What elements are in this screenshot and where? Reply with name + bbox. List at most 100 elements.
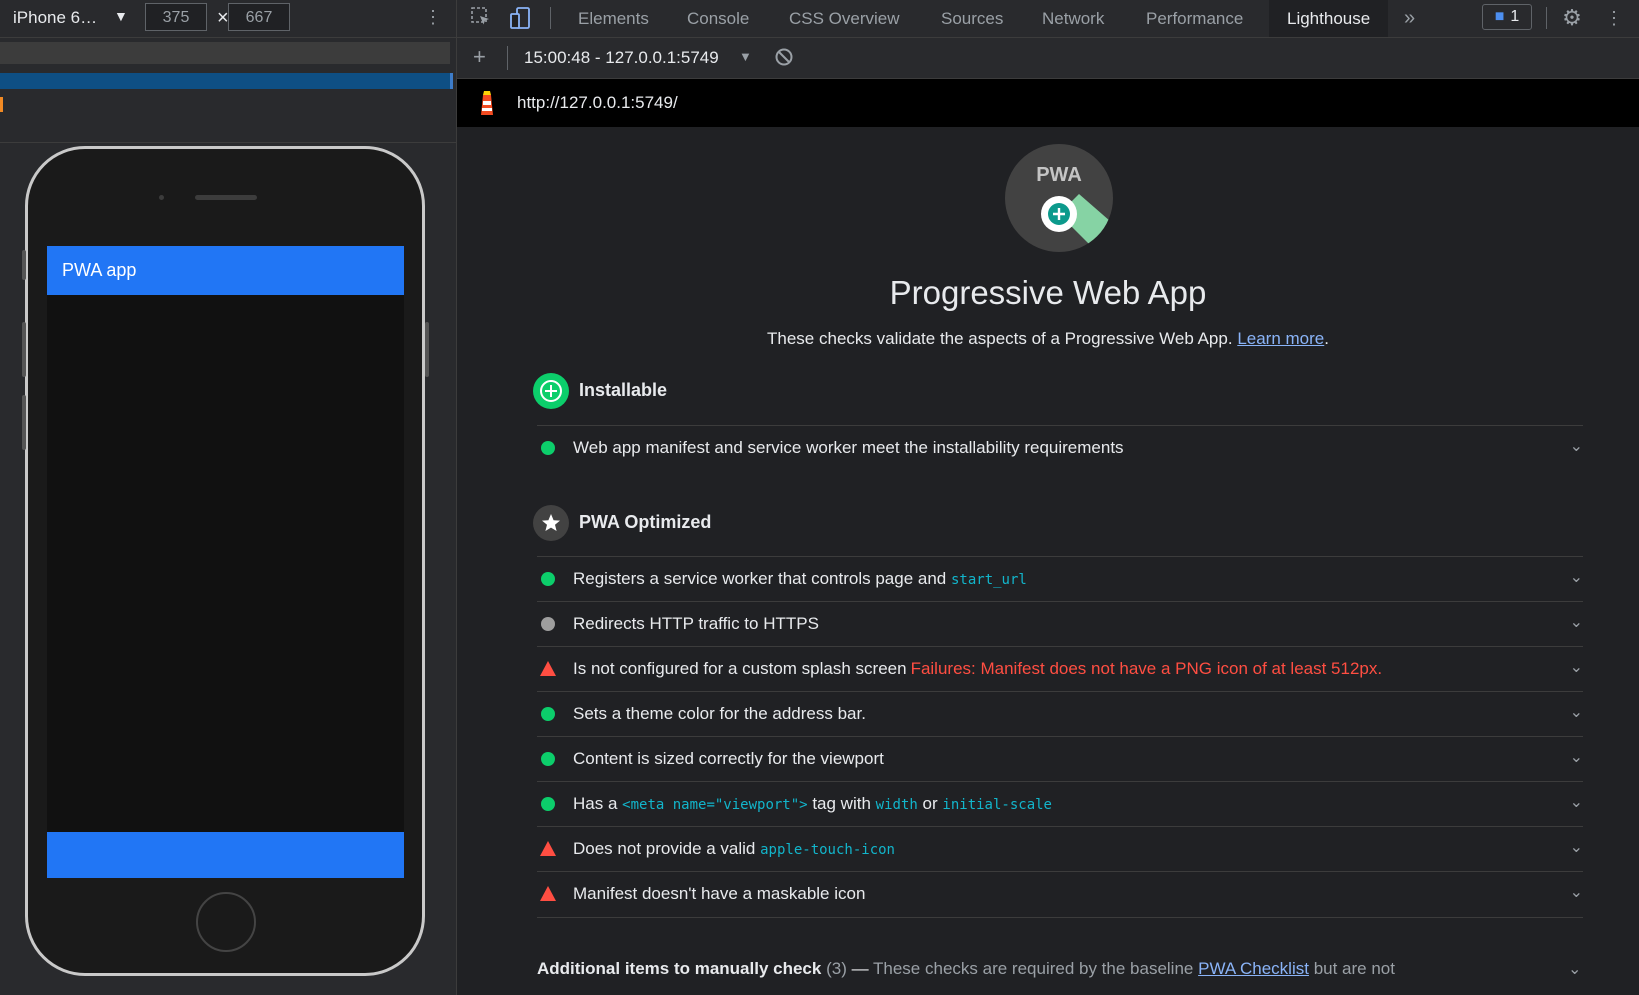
more-options-icon[interactable]: ⋮ <box>424 7 442 28</box>
fail-icon <box>540 661 556 676</box>
failure-text: Failures: Manifest does not have a PNG i… <box>910 659 1383 678</box>
device-toolbar-icon[interactable] <box>508 6 532 30</box>
pass-icon <box>541 752 555 766</box>
chevron-down-icon[interactable]: ⌄ <box>1570 747 1583 767</box>
tab-lighthouse[interactable]: Lighthouse <box>1269 0 1389 37</box>
chevron-down-icon[interactable]: ⌄ <box>1570 657 1583 677</box>
audit-text: Is not configured for a custom splash sc… <box>573 659 907 678</box>
phone-button <box>22 250 26 280</box>
width-input[interactable]: 375 <box>145 3 207 31</box>
divider <box>507 46 508 70</box>
issues-count: 1 <box>1510 8 1520 25</box>
device-select[interactable]: iPhone 6… <box>13 8 97 28</box>
chevron-down-icon[interactable]: ⌄ <box>1570 612 1583 632</box>
phone-button <box>22 395 26 450</box>
learn-more-link[interactable]: Learn more <box>1237 329 1324 348</box>
pass-icon <box>541 572 555 586</box>
report-url[interactable]: http://127.0.0.1:5749/ <box>517 93 678 113</box>
tab-sources[interactable]: Sources <box>941 0 1003 37</box>
times-icon: × <box>217 7 229 29</box>
chevron-down-icon[interactable]: ⌄ <box>1570 567 1583 587</box>
group-label: Installable <box>579 380 668 400</box>
manual-text: These checks are required by the baselin… <box>873 959 1194 978</box>
divider <box>550 7 551 29</box>
chevron-down-icon[interactable]: ⌄ <box>1570 837 1583 857</box>
pwa-checklist-link[interactable]: PWA Checklist <box>1198 959 1309 978</box>
audit-row[interactable]: Does not provide a valid apple-touch-ico… <box>537 826 1583 872</box>
message-icon: ■ <box>1494 8 1505 25</box>
audit-title: Does not provide a valid apple-touch-ico… <box>573 839 895 859</box>
more-options-icon[interactable]: ⋮ <box>1602 6 1626 30</box>
app-header: PWA app <box>47 246 404 295</box>
chevron-down-icon[interactable]: ⌄ <box>1570 436 1583 456</box>
audit-row[interactable]: Is not configured for a custom splash sc… <box>537 646 1583 692</box>
media-query-bar[interactable] <box>0 42 450 64</box>
media-query-bar-active[interactable] <box>0 73 453 89</box>
height-input[interactable]: 667 <box>228 3 290 31</box>
audit-title: Redirects HTTP traffic to HTTPS <box>573 614 819 633</box>
audit-row[interactable]: Manifest doesn't have a maskable icon ⌄ <box>537 871 1583 918</box>
tab-console[interactable]: Console <box>687 0 749 37</box>
manual-text: but are not <box>1313 959 1395 978</box>
divider <box>0 142 456 143</box>
audit-title: Manifest doesn't have a maskable icon <box>573 884 866 903</box>
code-snippet: <meta name="viewport"> <box>622 797 808 813</box>
code-snippet: initial-scale <box>942 797 1052 813</box>
divider <box>1546 7 1547 29</box>
audit-row[interactable]: Content is sized correctly for the viewp… <box>537 736 1583 782</box>
fail-icon <box>540 886 556 901</box>
chevron-down-icon[interactable]: ⌄ <box>1568 959 1581 979</box>
tab-css-overview[interactable]: CSS Overview <box>789 0 900 37</box>
media-query-marker[interactable] <box>0 97 3 112</box>
inspect-element-icon[interactable] <box>469 6 493 30</box>
manual-checks-header[interactable]: Additional items to manually check (3) —… <box>537 959 1597 979</box>
audit-title: Web app manifest and service worker meet… <box>573 438 1124 457</box>
report-select[interactable]: 15:00:48 - 127.0.0.1:5749 <box>524 48 719 68</box>
tab-network[interactable]: Network <box>1042 0 1104 37</box>
manual-dash: — <box>851 959 869 978</box>
tab-performance[interactable]: Performance <box>1146 0 1243 37</box>
audit-row[interactable]: Registers a service worker that controls… <box>537 556 1583 602</box>
device-emulation-pane: iPhone 6… ▼ 375 × 667 ⋮ PWA app <box>0 0 457 995</box>
audit-title: Sets a theme color for the address bar. <box>573 704 866 723</box>
chevron-down-icon[interactable]: ⌄ <box>1570 702 1583 722</box>
phone-button <box>425 322 429 377</box>
gauge-label: PWA <box>1036 164 1082 186</box>
pass-icon <box>541 441 555 455</box>
description-text: These checks validate the aspects of a P… <box>767 329 1233 348</box>
clear-icon[interactable] <box>774 47 794 72</box>
audit-text: Has a <box>573 794 618 813</box>
phone-speaker <box>195 195 257 200</box>
phone-button <box>22 322 26 377</box>
audit-row[interactable]: Has a <meta name="viewport"> tag with wi… <box>537 781 1583 827</box>
url-bar: http://127.0.0.1:5749/ <box>457 79 1639 127</box>
fail-icon <box>540 841 556 856</box>
audit-title: Has a <meta name="viewport"> tag with wi… <box>573 794 1052 814</box>
audit-text: Registers a service worker that controls… <box>573 569 947 588</box>
audit-title: Content is sized correctly for the viewp… <box>573 749 884 768</box>
chevron-down-icon[interactable]: ▼ <box>114 8 128 24</box>
pwa-badge-icon: PWA <box>1005 144 1113 252</box>
issues-button[interactable]: ■ 1 <box>1482 4 1532 30</box>
chevron-down-icon[interactable]: ▼ <box>739 49 752 64</box>
tab-elements[interactable]: Elements <box>578 0 649 37</box>
lighthouse-report: PWA Progressive Web App These checks val… <box>457 127 1639 995</box>
category-title: Progressive Web App <box>889 274 1207 311</box>
gear-icon[interactable]: ⚙ <box>1560 6 1584 30</box>
devtools-tabbar: Elements Console CSS Overview Sources Ne… <box>457 0 1639 38</box>
audit-row[interactable]: Web app manifest and service worker meet… <box>537 425 1583 471</box>
plus-icon[interactable]: + <box>473 44 486 70</box>
pass-icon <box>541 797 555 811</box>
not-applicable-icon <box>541 617 555 631</box>
device-viewport[interactable]: PWA app <box>47 246 404 878</box>
lighthouse-icon <box>477 89 497 117</box>
chevron-down-icon[interactable]: ⌄ <box>1570 882 1583 902</box>
audit-row[interactable]: Sets a theme color for the address bar. … <box>537 691 1583 737</box>
app-footer <box>47 832 404 878</box>
chevron-down-icon[interactable]: ⌄ <box>1570 792 1583 812</box>
phone-camera <box>159 195 164 200</box>
pass-icon <box>541 707 555 721</box>
audit-text: tag with <box>812 794 871 813</box>
audit-row[interactable]: Redirects HTTP traffic to HTTPS ⌄ <box>537 601 1583 647</box>
more-tabs-icon[interactable]: » <box>1404 0 1415 37</box>
